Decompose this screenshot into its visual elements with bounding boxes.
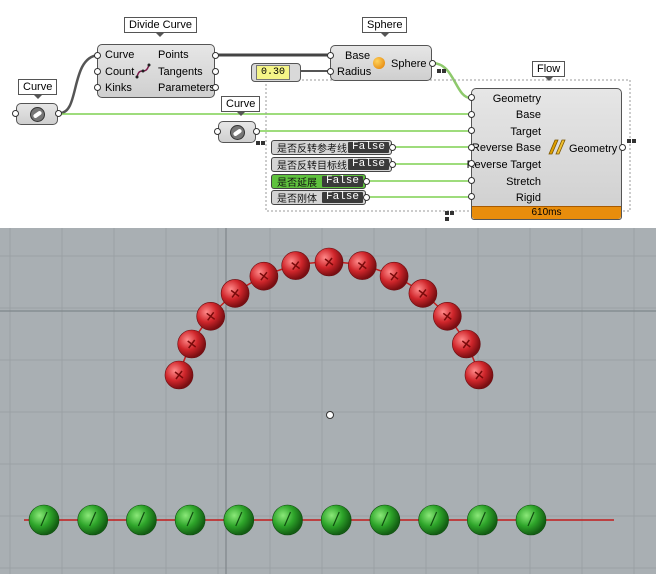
toggle-rigid[interactable]: 是否刚体 False [271, 190, 366, 205]
curve-param-left[interactable] [16, 103, 58, 125]
flow-port-in-target[interactable] [468, 127, 475, 134]
curve-left-port-in[interactable] [12, 110, 19, 117]
flow-output-tag-icon [627, 139, 641, 147]
flow-icon [548, 139, 566, 155]
toggle-reverse-base[interactable]: 是否反转参考线 False [271, 140, 392, 155]
curve-mid-port-out[interactable] [253, 128, 260, 135]
divide-input-curve: Curve [105, 49, 135, 61]
rhino-viewport[interactable] [0, 228, 656, 574]
toggle-label: 是否反转目标线 [277, 161, 347, 172]
divide-curve-component[interactable]: Curve Count Kinks Points Tangents Parame… [97, 44, 215, 98]
flow-port-in-rigid[interactable] [468, 193, 475, 200]
toggle-label: 是否刚体 [277, 194, 317, 205]
curve-param-icon [230, 125, 245, 140]
divide-port-in-curve[interactable] [94, 52, 101, 59]
flow-input-reverse-base: Reverse Base [471, 142, 541, 154]
toggle-label: 是否延展 [277, 178, 317, 189]
flow-port-out-geometry[interactable] [619, 144, 626, 151]
divide-port-in-count[interactable] [94, 68, 101, 75]
toggle-port-out[interactable] [363, 178, 370, 185]
curve-left-port-out[interactable] [55, 110, 62, 117]
toggle-value[interactable]: False [347, 142, 389, 153]
curve-mid-port-in[interactable] [214, 128, 221, 135]
divide-port-out-points[interactable] [212, 52, 219, 59]
divide-curve-tag: Divide Curve [124, 17, 197, 37]
divide-output-parameters: Parameters [158, 82, 215, 94]
sphere-output: Sphere [391, 58, 427, 70]
toggle-stretch[interactable]: 是否延展 False [271, 174, 366, 189]
flow-port-in-reverse-base[interactable] [468, 144, 475, 151]
flow-timer: 610ms [472, 206, 621, 219]
flow-port-in-stretch[interactable] [468, 177, 475, 184]
curve-data-tag-icon [256, 141, 270, 149]
flow-input-geometry: Geometry [492, 93, 541, 105]
flow-input-base: Base [515, 109, 541, 121]
divide-input-kinks: Kinks [105, 82, 132, 94]
toggle-value[interactable]: False [321, 176, 363, 187]
toggle-value[interactable]: False [321, 192, 363, 203]
sphere-data-tag-icon [437, 69, 451, 77]
divide-port-in-kinks[interactable] [94, 84, 101, 91]
flow-port-in-geometry[interactable] [468, 94, 475, 101]
sphere-component[interactable]: Base Radius Sphere [330, 45, 432, 81]
flow-port-in-base[interactable] [468, 111, 475, 118]
flow-input-rigid: Rigid [515, 192, 541, 204]
sphere-icon [373, 57, 385, 69]
toggle-reverse-target[interactable]: 是否反转目标线 False [271, 157, 392, 172]
sphere-input-base: Base [345, 50, 371, 62]
flow-tag: Flow [532, 61, 566, 81]
sphere-port-in-radius[interactable] [327, 68, 334, 75]
toggle-port-out[interactable] [363, 194, 370, 201]
viewport-curves [24, 261, 614, 521]
curve-param-left-tag: Curve [18, 79, 58, 99]
divide-output-tangents: Tangents [158, 66, 203, 78]
flow-input-stretch: Stretch [506, 176, 541, 188]
divide-port-out-parameters[interactable] [212, 84, 219, 91]
origin-point [326, 411, 334, 419]
sphere-tag: Sphere [362, 17, 408, 37]
grasshopper-canvas[interactable]: Divide Curve Curve Count Kinks Points Ta… [0, 0, 656, 228]
group-tag-icon [445, 211, 459, 221]
flow-input-reverse-target: Reverse Target [466, 159, 541, 171]
flow-output-geometry: Geometry [569, 143, 618, 155]
toggle-label: 是否反转参考线 [277, 144, 347, 155]
sphere-port-out[interactable] [429, 60, 436, 67]
radius-value[interactable]: 0.30 [256, 65, 291, 80]
curve-param-icon [30, 107, 45, 122]
divide-curve-icon [135, 63, 151, 79]
flow-port-in-reverse-target[interactable] [468, 160, 475, 167]
toggle-value[interactable]: False [347, 159, 389, 170]
toggle-port-out[interactable] [389, 144, 396, 151]
divide-output-points: Points [158, 49, 189, 61]
flow-component[interactable]: Geometry Base Target Reverse Base Revers… [467, 88, 622, 220]
viewport-scene [0, 228, 656, 574]
divide-port-out-tangents[interactable] [212, 68, 219, 75]
curve-param-mid-tag: Curve [221, 96, 261, 116]
sphere-port-in-base[interactable] [327, 52, 334, 59]
curve-param-mid[interactable] [218, 121, 256, 143]
toggle-port-out[interactable] [389, 161, 396, 168]
sphere-input-radius: Radius [337, 66, 372, 78]
flow-input-target: Target [510, 126, 541, 138]
divide-input-count: Count [105, 66, 135, 78]
viewport-spheres [28, 247, 547, 536]
